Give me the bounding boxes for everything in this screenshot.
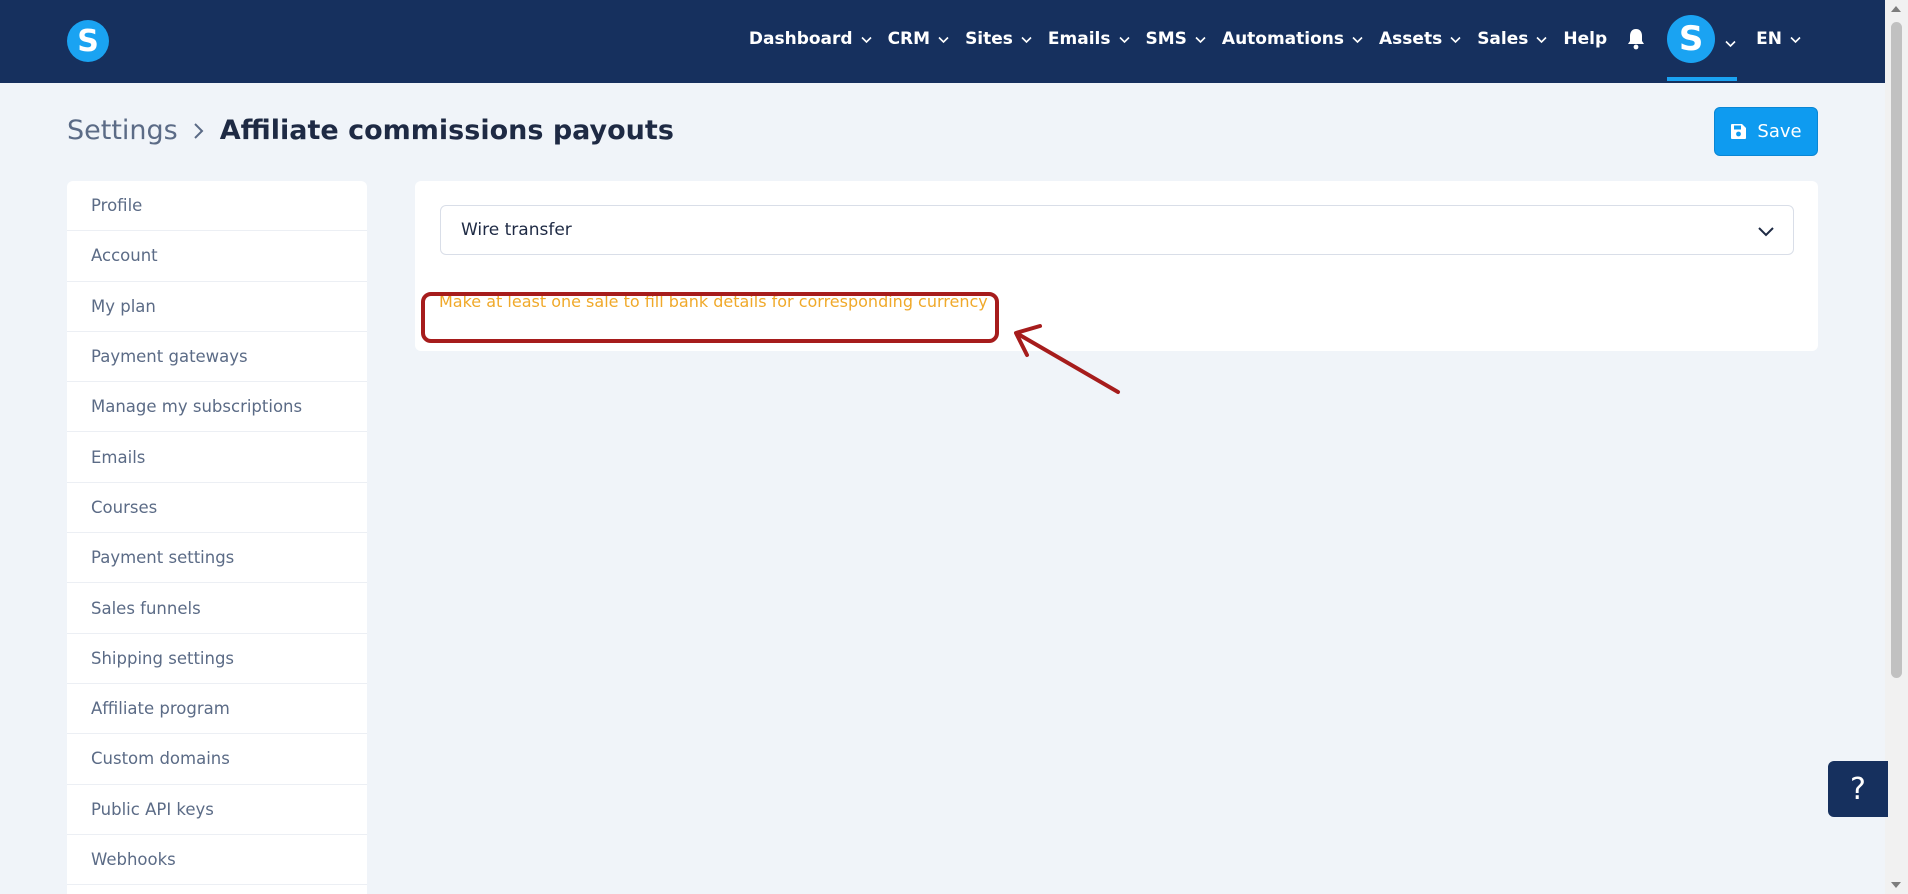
chevron-down-icon bbox=[938, 34, 949, 45]
nav-crm[interactable]: CRM bbox=[888, 29, 949, 49]
nav-assets-label: Assets bbox=[1379, 29, 1443, 49]
sidebar-item-my-plan[interactable]: My plan bbox=[67, 282, 367, 332]
nav-help[interactable]: Help bbox=[1563, 29, 1607, 49]
save-button[interactable]: Save bbox=[1714, 107, 1818, 156]
nav-sms[interactable]: SMS bbox=[1146, 29, 1206, 49]
chevron-down-icon bbox=[1118, 34, 1130, 45]
user-menu[interactable]: S bbox=[1667, 0, 1738, 81]
breadcrumb-settings-link[interactable]: Settings bbox=[67, 115, 178, 146]
chevron-down-icon bbox=[861, 34, 872, 45]
nav-sales-label: Sales bbox=[1477, 29, 1529, 49]
sidebar-item-sales-funnels[interactable]: Sales funnels bbox=[67, 583, 367, 634]
help-chat-button[interactable]: ? bbox=[1828, 761, 1888, 817]
chevron-down-icon bbox=[1757, 222, 1775, 245]
brand-logo[interactable]: S bbox=[67, 20, 109, 62]
sidebar-item-affiliate-program[interactable]: Affiliate program bbox=[67, 684, 367, 735]
annotation-highlight-box bbox=[421, 292, 999, 343]
sidebar-item-webhooks[interactable]: Webhooks bbox=[67, 835, 367, 886]
settings-sidebar: Profile Account My plan Payment gateways… bbox=[67, 181, 367, 894]
sidebar-item-manage-subscriptions[interactable]: Manage my subscriptions bbox=[67, 382, 367, 433]
nav-dashboard-label: Dashboard bbox=[748, 29, 853, 49]
nav-crm-label: CRM bbox=[887, 29, 931, 49]
scroll-down-icon[interactable] bbox=[1891, 882, 1901, 888]
chevron-right-icon bbox=[192, 122, 206, 140]
sidebar-item-emails[interactable]: Emails bbox=[67, 432, 367, 483]
nav-emails-label: Emails bbox=[1047, 29, 1111, 49]
page-scrollbar[interactable] bbox=[1885, 0, 1908, 894]
annotation-arrow-icon bbox=[1014, 324, 1120, 394]
sidebar-item-account[interactable]: Account bbox=[67, 231, 367, 282]
chevron-down-icon bbox=[1450, 34, 1461, 45]
nav-sites[interactable]: Sites bbox=[965, 29, 1032, 49]
sidebar-item-profile[interactable]: Profile bbox=[67, 181, 367, 232]
nav-automations[interactable]: Automations bbox=[1222, 29, 1363, 49]
nav-dashboard[interactable]: Dashboard bbox=[749, 29, 872, 49]
save-button-label: Save bbox=[1757, 121, 1802, 142]
chevron-down-icon bbox=[1725, 34, 1736, 47]
bell-icon[interactable] bbox=[1625, 28, 1647, 50]
payout-method-select[interactable]: Wire transfer bbox=[440, 205, 1794, 255]
nav-emails[interactable]: Emails bbox=[1048, 29, 1130, 49]
chevron-down-icon bbox=[1195, 34, 1206, 45]
question-mark-icon: ? bbox=[1850, 771, 1866, 807]
sidebar-item-public-api-keys[interactable]: Public API keys bbox=[67, 785, 367, 835]
active-indicator bbox=[1667, 76, 1738, 81]
main-nav: Dashboard CRM Sites Emails SMS Automatio… bbox=[733, 0, 1801, 81]
nav-help-label: Help bbox=[1563, 29, 1608, 49]
sidebar-item-payment-settings[interactable]: Payment settings bbox=[67, 533, 367, 584]
chevron-down-icon bbox=[1021, 34, 1032, 45]
sidebar-item-courses[interactable]: Courses bbox=[67, 483, 367, 534]
floppy-disk-icon bbox=[1730, 123, 1747, 140]
chevron-down-icon bbox=[1790, 34, 1801, 45]
top-navigation-bar: S Dashboard CRM Sites Emails SMS Automat… bbox=[0, 0, 1885, 83]
avatar[interactable]: S bbox=[1667, 15, 1716, 63]
sidebar-item-payment-gateways[interactable]: Payment gateways bbox=[67, 332, 367, 383]
page-title: Affiliate commissions payouts bbox=[219, 115, 674, 146]
nav-assets[interactable]: Assets bbox=[1379, 29, 1461, 49]
nav-sms-label: SMS bbox=[1145, 29, 1187, 49]
chevron-down-icon bbox=[1352, 34, 1363, 45]
language-selector[interactable]: EN bbox=[1756, 29, 1801, 49]
sidebar-item-shipping-settings[interactable]: Shipping settings bbox=[67, 634, 367, 684]
payout-method-value: Wire transfer bbox=[461, 220, 572, 240]
language-label: EN bbox=[1756, 29, 1782, 49]
chevron-down-icon bbox=[1536, 34, 1547, 45]
scroll-up-icon[interactable] bbox=[1891, 6, 1901, 12]
scrollbar-thumb[interactable] bbox=[1891, 22, 1902, 678]
nav-sales[interactable]: Sales bbox=[1477, 29, 1547, 49]
sidebar-item-custom-domains[interactable]: Custom domains bbox=[67, 734, 367, 785]
nav-sites-label: Sites bbox=[965, 29, 1013, 49]
nav-automations-label: Automations bbox=[1221, 29, 1345, 49]
breadcrumb: Settings Affiliate commissions payouts bbox=[67, 115, 674, 146]
